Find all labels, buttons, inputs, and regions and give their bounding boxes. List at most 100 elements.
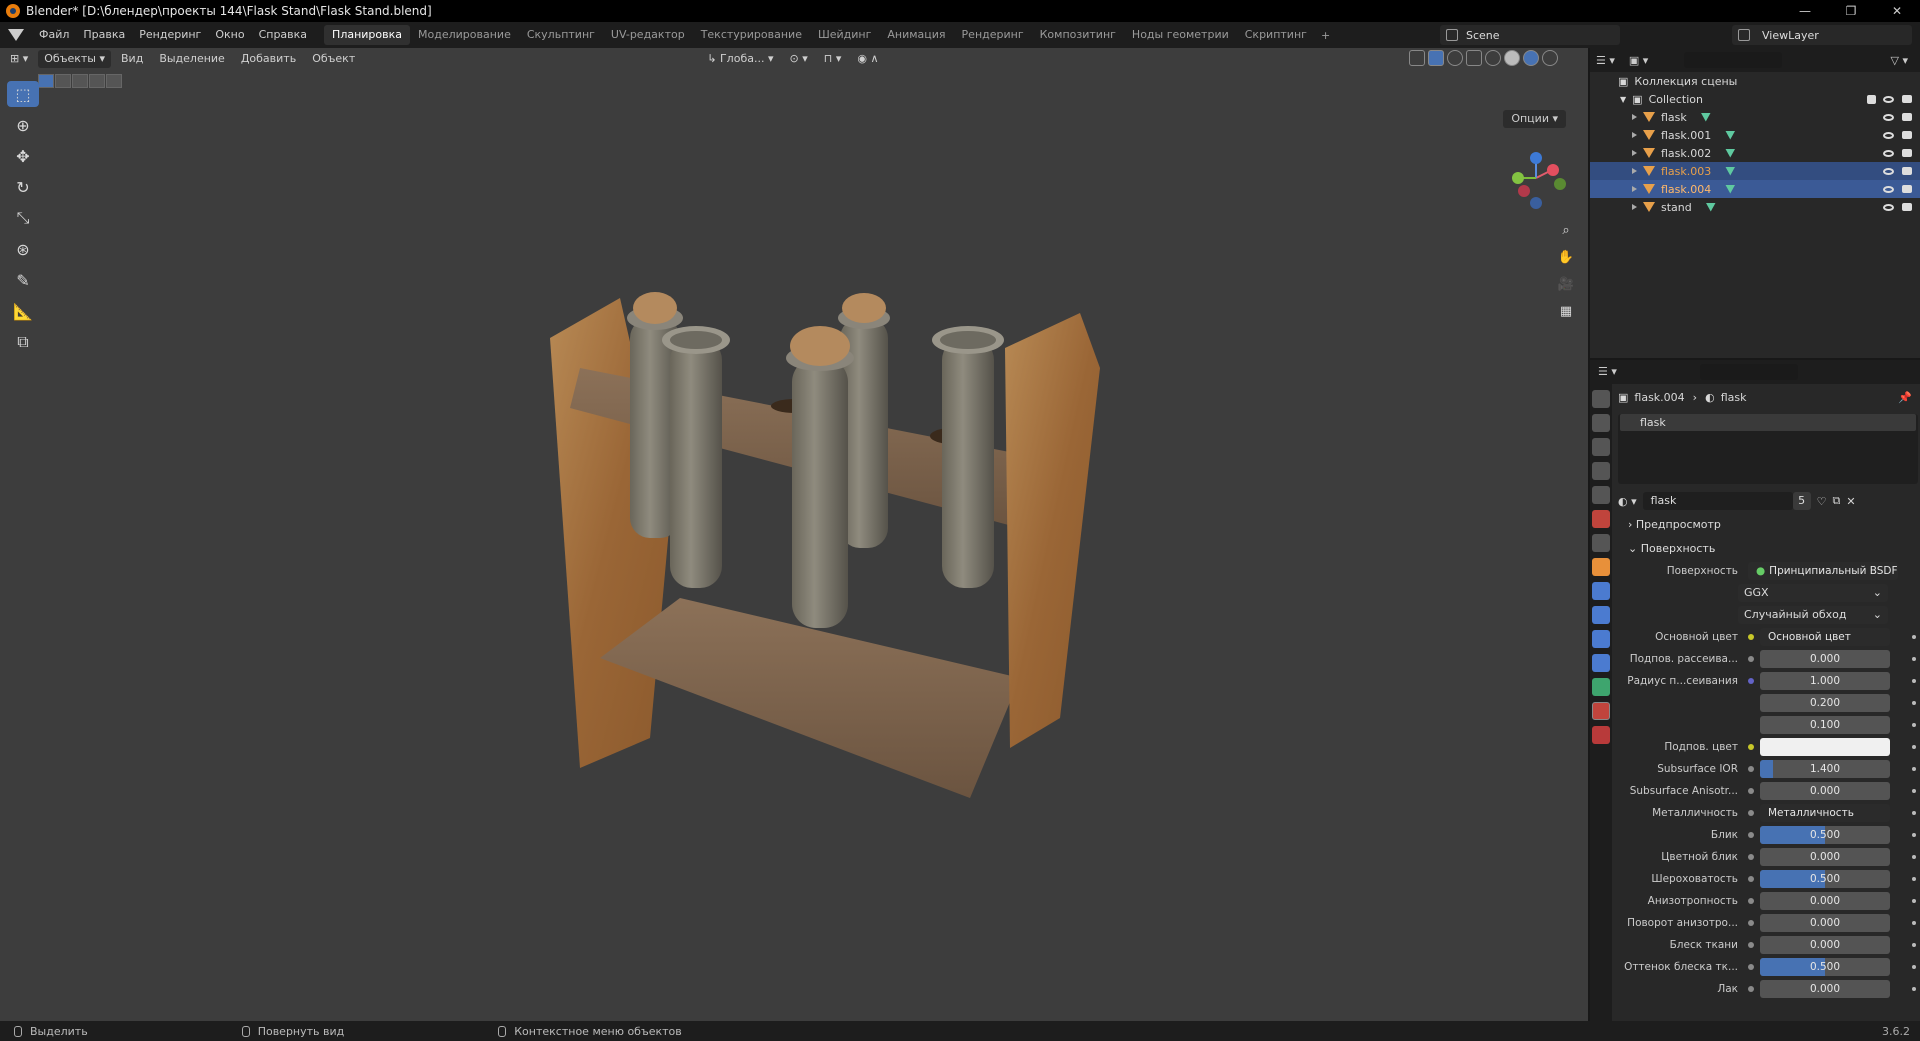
keyframe-dot-icon[interactable] bbox=[1912, 635, 1916, 639]
outliner-item-flask-002[interactable]: flask.002 bbox=[1590, 144, 1920, 162]
menu-select[interactable]: Выделение bbox=[153, 50, 231, 68]
linked-input-field[interactable]: Основной цвет bbox=[1760, 628, 1890, 646]
maximize-button[interactable]: ❐ bbox=[1828, 0, 1874, 22]
socket-dot-icon[interactable] bbox=[1748, 744, 1754, 750]
expand-arrow-icon[interactable] bbox=[1632, 168, 1637, 174]
material-name-field[interactable]: flask bbox=[1642, 492, 1793, 510]
menu-file[interactable]: Файл bbox=[32, 22, 76, 48]
flask-stand-model[interactable] bbox=[540, 278, 1180, 918]
value-slider[interactable]: 0.000 bbox=[1760, 782, 1890, 800]
keyframe-dot-icon[interactable] bbox=[1912, 745, 1916, 749]
value-slider[interactable]: 0.100 bbox=[1760, 716, 1890, 734]
unlink-material-icon[interactable]: ✕ bbox=[1846, 495, 1855, 508]
tab-modeling[interactable]: Моделирование bbox=[410, 25, 519, 45]
solid-shading-icon[interactable] bbox=[1504, 50, 1520, 66]
socket-dot-icon[interactable] bbox=[1748, 788, 1754, 794]
keyframe-dot-icon[interactable] bbox=[1912, 833, 1916, 837]
value-slider[interactable]: 0.000 bbox=[1760, 936, 1890, 954]
ortho-grid-icon[interactable]: ▦ bbox=[1555, 301, 1577, 323]
exclude-checkbox[interactable] bbox=[1867, 94, 1876, 104]
z-axis-icon[interactable] bbox=[1530, 152, 1542, 164]
keyframe-dot-icon[interactable] bbox=[1912, 811, 1916, 815]
expand-arrow-icon[interactable] bbox=[1632, 114, 1637, 120]
distribution-dropdown[interactable]: GGX ⌄ bbox=[1738, 584, 1888, 602]
outliner-editor-type-icon[interactable]: ☰ ▾ bbox=[1596, 54, 1615, 67]
x-axis-icon[interactable] bbox=[1547, 164, 1559, 176]
socket-dot-icon[interactable] bbox=[1748, 634, 1754, 640]
filter-icon[interactable]: ▽ ▾ bbox=[1891, 54, 1908, 67]
value-slider[interactable]: 1.000 bbox=[1760, 672, 1890, 690]
value-slider[interactable]: 0.000 bbox=[1760, 892, 1890, 910]
keyframe-dot-icon[interactable] bbox=[1912, 877, 1916, 881]
neg-z-axis-icon[interactable] bbox=[1530, 197, 1542, 209]
visibility-icon[interactable] bbox=[1409, 50, 1425, 66]
socket-dot-icon[interactable] bbox=[1748, 986, 1754, 992]
mesh-data-icon[interactable] bbox=[1700, 112, 1711, 122]
collection-tab-icon[interactable] bbox=[1592, 534, 1610, 552]
keyframe-dot-icon[interactable] bbox=[1912, 855, 1916, 859]
cursor-tool-icon[interactable]: ⊕ bbox=[7, 112, 39, 138]
proportional-edit-icon[interactable]: ◉ ∧ bbox=[851, 50, 884, 68]
collection-row[interactable]: ▼ ▣ Collection bbox=[1590, 90, 1920, 108]
wireframe-shading-icon[interactable] bbox=[1485, 50, 1501, 66]
scene-collection-row[interactable]: ▣ Коллекция сцены bbox=[1590, 72, 1920, 90]
tab-scripting[interactable]: Скриптинг bbox=[1237, 25, 1315, 45]
outliner-item-flask-004[interactable]: flask.004 bbox=[1590, 180, 1920, 198]
surface-shader-selector[interactable]: ● Принципиальный BSDF bbox=[1748, 562, 1898, 580]
render-camera-icon[interactable] bbox=[1902, 185, 1912, 193]
select-box-tool-icon[interactable]: ⬚ bbox=[7, 81, 39, 107]
close-button[interactable]: ✕ bbox=[1874, 0, 1920, 22]
expand-arrow-icon[interactable] bbox=[1632, 150, 1637, 156]
keyframe-dot-icon[interactable] bbox=[1912, 701, 1916, 705]
material-shading-icon[interactable] bbox=[1523, 50, 1539, 66]
material-users-count[interactable]: 5 bbox=[1792, 492, 1811, 510]
socket-dot-icon[interactable] bbox=[1748, 920, 1754, 926]
rotate-tool-icon[interactable]: ↻ bbox=[7, 174, 39, 200]
tab-texture-paint[interactable]: Текстурирование bbox=[693, 25, 810, 45]
value-slider[interactable]: 0.000 bbox=[1760, 650, 1890, 668]
tool-tab-icon[interactable] bbox=[1592, 390, 1610, 408]
transform-tool-icon[interactable]: ⊛ bbox=[7, 236, 39, 262]
socket-dot-icon[interactable] bbox=[1748, 766, 1754, 772]
annotate-tool-icon[interactable]: ✎ bbox=[7, 267, 39, 293]
pin-icon[interactable]: 📌 bbox=[1898, 391, 1912, 404]
render-camera-icon[interactable] bbox=[1902, 167, 1912, 175]
material-slot-item[interactable]: flask bbox=[1620, 414, 1916, 431]
render-camera-icon[interactable] bbox=[1902, 95, 1912, 103]
mesh-data-icon[interactable] bbox=[1725, 184, 1736, 194]
socket-dot-icon[interactable] bbox=[1748, 876, 1754, 882]
material-tab-icon[interactable] bbox=[1592, 702, 1610, 720]
mesh-data-icon[interactable] bbox=[1725, 148, 1736, 158]
render-camera-icon[interactable] bbox=[1902, 113, 1912, 121]
keyframe-dot-icon[interactable] bbox=[1912, 965, 1916, 969]
physics-tab-icon[interactable] bbox=[1592, 630, 1610, 648]
render-tab-icon[interactable] bbox=[1592, 414, 1610, 432]
material-slot-list[interactable]: flask + − bbox=[1618, 414, 1918, 484]
socket-dot-icon[interactable] bbox=[1748, 656, 1754, 662]
keyframe-dot-icon[interactable] bbox=[1912, 657, 1916, 661]
socket-dot-icon[interactable] bbox=[1748, 832, 1754, 838]
tab-rendering[interactable]: Рендеринг bbox=[954, 25, 1032, 45]
mesh-data-icon[interactable] bbox=[1725, 130, 1736, 140]
menu-render[interactable]: Рендеринг bbox=[132, 22, 208, 48]
keyframe-dot-icon[interactable] bbox=[1912, 679, 1916, 683]
value-slider[interactable]: 1.400 bbox=[1760, 760, 1890, 778]
keyframe-dot-icon[interactable] bbox=[1912, 723, 1916, 727]
mesh-data-icon[interactable] bbox=[1725, 166, 1736, 176]
pivot-point-icon[interactable]: ⊙ ▾ bbox=[783, 50, 813, 68]
select-subtract-icon[interactable] bbox=[72, 74, 88, 88]
value-slider[interactable]: 0.000 bbox=[1760, 848, 1890, 866]
zoom-icon[interactable]: ⌕ bbox=[1555, 220, 1577, 242]
pan-hand-icon[interactable]: ✋ bbox=[1555, 247, 1577, 269]
menu-view[interactable]: Вид bbox=[115, 50, 149, 68]
socket-dot-icon[interactable] bbox=[1748, 722, 1754, 728]
socket-dot-icon[interactable] bbox=[1748, 700, 1754, 706]
properties-editor-type-icon[interactable]: ☰ ▾ bbox=[1598, 365, 1617, 378]
linked-input-field[interactable]: Металличность bbox=[1760, 804, 1890, 822]
fake-user-icon[interactable]: ♡ bbox=[1817, 495, 1827, 508]
scale-tool-icon[interactable]: ⤡ bbox=[7, 205, 39, 231]
socket-dot-icon[interactable] bbox=[1748, 942, 1754, 948]
render-camera-icon[interactable] bbox=[1902, 203, 1912, 211]
value-slider[interactable]: 0.000 bbox=[1760, 914, 1890, 932]
expand-arrow-icon[interactable] bbox=[1632, 186, 1637, 192]
